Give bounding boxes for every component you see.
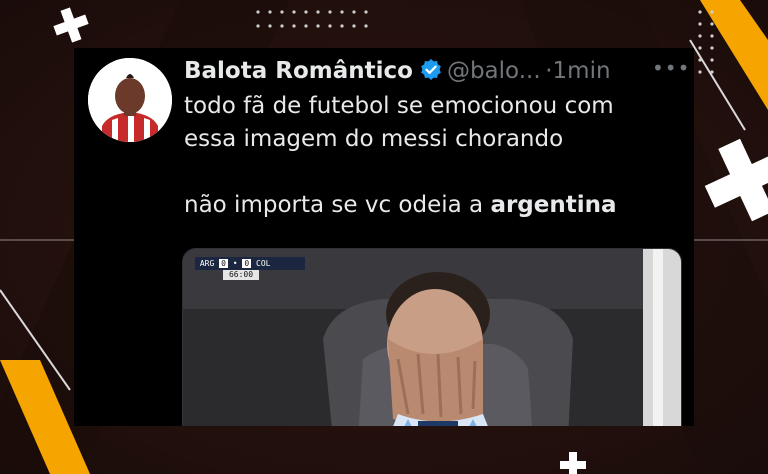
plus-decoration-icon	[560, 452, 586, 474]
scoreboard: ARG 0 • 0 COL	[195, 257, 305, 270]
avatar[interactable]	[88, 58, 172, 142]
separator: ·	[545, 58, 553, 84]
tweet-line-prefix: não importa se vc odeia a	[184, 192, 491, 218]
tweet-header: Balota Romântico @balo... ·1min	[184, 56, 611, 90]
tweet-media-image[interactable]: ARG 0 • 0 COL 66:00	[182, 248, 682, 426]
more-options-icon[interactable]: •••	[652, 56, 690, 80]
tweet-bold-word: argentina	[490, 192, 617, 218]
home-team: ARG	[199, 259, 215, 268]
tweet-line: não importa se vc odeia a argentina	[184, 189, 684, 222]
tweet-line: todo fã de futebol se emocionou com	[184, 93, 614, 119]
match-clock: 66:00	[223, 270, 259, 280]
timestamp[interactable]: 1min	[553, 58, 611, 84]
tweet-line: essa imagem do messi chorando	[184, 126, 564, 152]
home-score: 0	[219, 259, 228, 268]
tweet-card[interactable]: Balota Romântico @balo... ·1min ••• todo …	[74, 48, 694, 426]
display-name[interactable]: Balota Romântico	[184, 58, 413, 84]
away-team: COL	[256, 259, 271, 268]
tweet-text: todo fã de futebol se emocionou com essa…	[184, 90, 684, 222]
away-score: 0	[242, 259, 252, 268]
verified-badge-icon	[419, 58, 443, 90]
handle[interactable]: @balo...	[447, 58, 541, 84]
line-spacer	[184, 156, 684, 189]
